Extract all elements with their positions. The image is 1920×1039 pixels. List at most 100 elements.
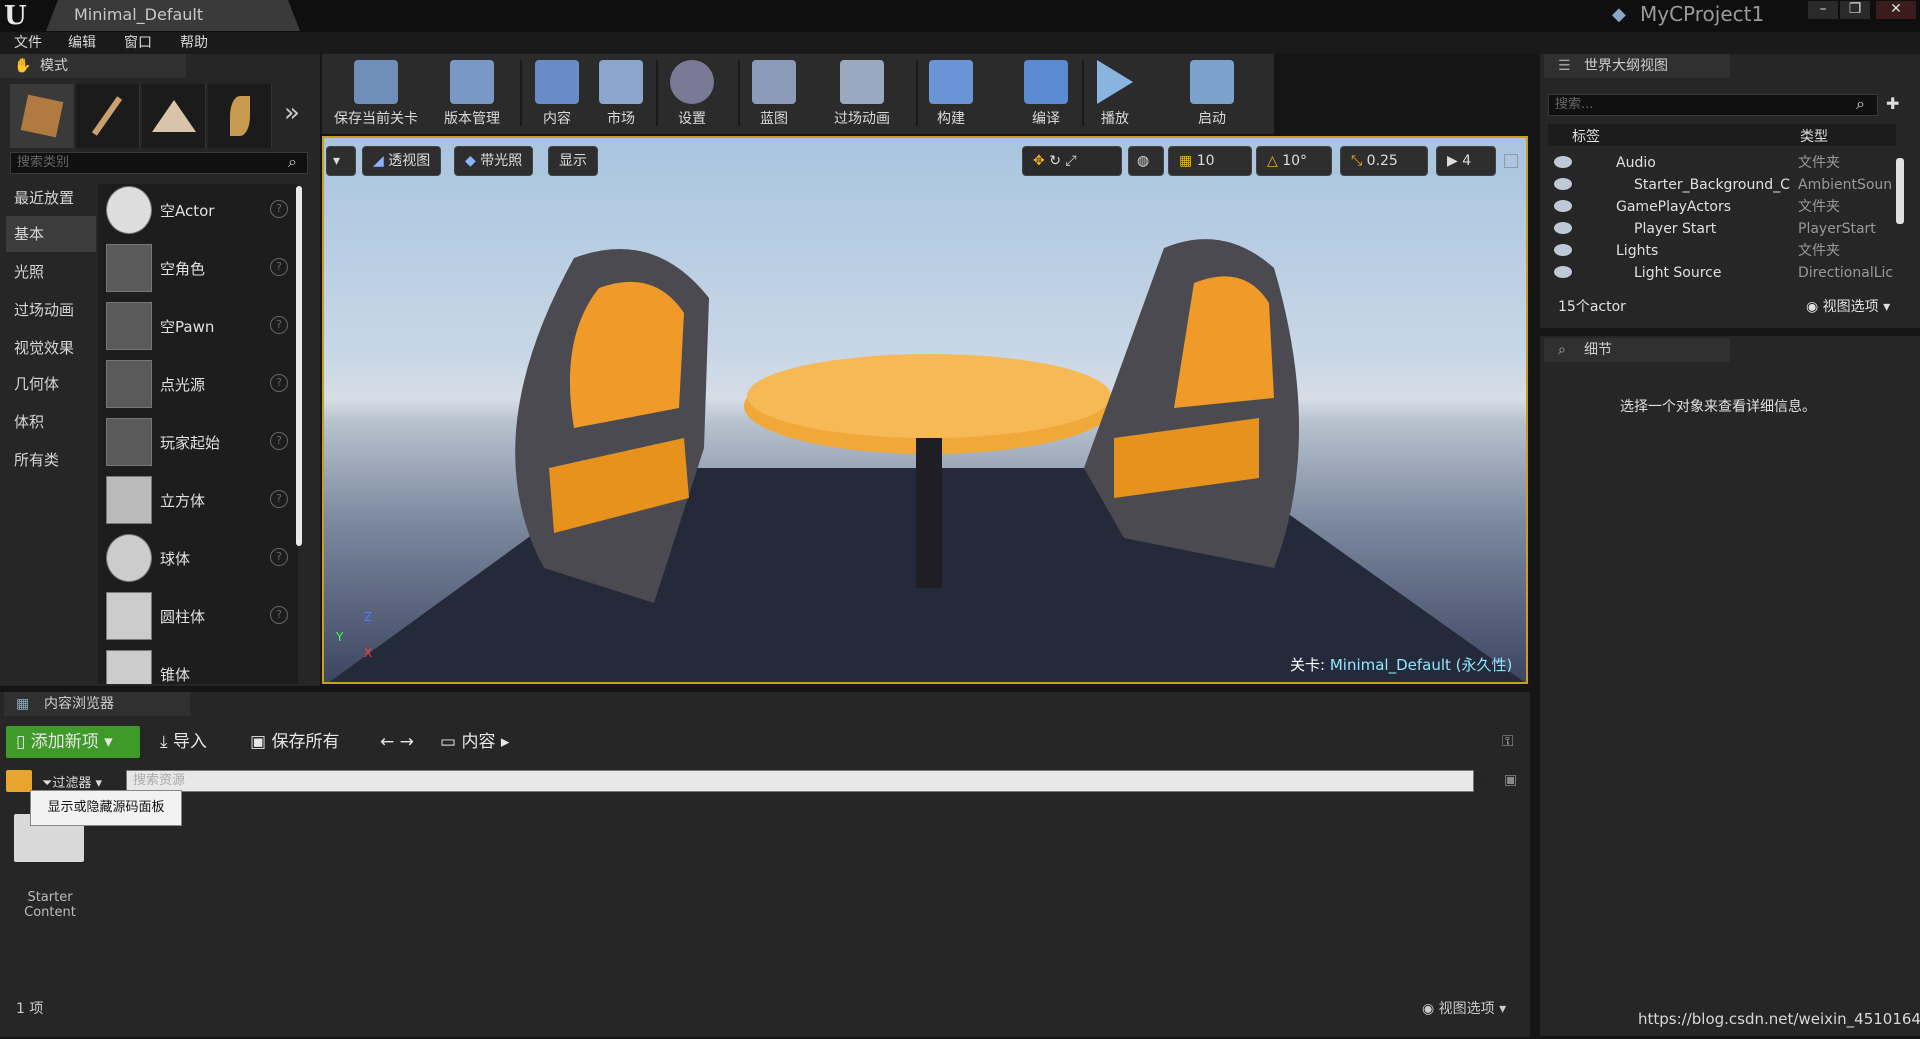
close-button[interactable]: ✕ <box>1876 1 1916 19</box>
outliner-row[interactable]: Audio 文件夹 <box>1554 152 1902 174</box>
help-icon[interactable]: ? <box>270 548 288 566</box>
outliner-row[interactable]: Starter_Background_C AmbientSoun <box>1554 174 1902 196</box>
add-new-button[interactable]: ▯ 添加新项 ▾ <box>6 726 140 758</box>
details-tab[interactable]: ⌕ 细节 <box>1544 338 1730 362</box>
document-tab[interactable]: Minimal_Default <box>46 0 300 31</box>
cinematics-button[interactable]: 过场动画 <box>822 58 902 130</box>
view-options-label: 视图选项 <box>1822 299 1879 315</box>
outliner-search-input[interactable]: 搜索... <box>1548 94 1878 116</box>
outliner-scrollbar[interactable] <box>1896 158 1904 224</box>
transform-tools[interactable]: ✥ ↻ ⤢ <box>1022 146 1122 176</box>
asset-search-input[interactable]: 搜索资源 <box>126 770 1474 792</box>
back-arrow-icon[interactable]: ← <box>380 732 394 752</box>
menu-help[interactable]: 帮助 <box>180 33 208 53</box>
category-lights[interactable]: 光照 <box>6 254 96 290</box>
eye-icon[interactable] <box>1554 266 1572 278</box>
help-icon[interactable]: ? <box>270 258 288 276</box>
category-recent[interactable]: 最近放置 <box>6 180 96 216</box>
help-icon[interactable]: ? <box>270 200 288 218</box>
place-item[interactable]: 球体? <box>104 530 294 586</box>
world-local-toggle[interactable]: ◍ <box>1128 146 1164 176</box>
category-basic[interactable]: 基本 <box>6 216 96 252</box>
category-visual-effects[interactable]: 视觉效果 <box>6 330 96 366</box>
outliner-row[interactable]: GamePlayActors 文件夹 <box>1554 196 1902 218</box>
blueprints-button[interactable]: 蓝图 <box>746 58 802 130</box>
minimize-button[interactable]: – <box>1808 1 1838 19</box>
help-icon[interactable]: ? <box>270 606 288 624</box>
perspective-button[interactable]: ◢ 透视图 <box>362 146 442 176</box>
place-item[interactable]: 圆柱体? <box>104 588 294 644</box>
sources-panel-toggle[interactable] <box>6 770 32 792</box>
settings-button[interactable]: 设置 <box>664 58 720 130</box>
restore-button[interactable]: ❐ <box>1840 1 1870 19</box>
build-button[interactable]: 构建 <box>924 58 978 130</box>
eye-icon[interactable] <box>1554 200 1572 212</box>
category-volumes[interactable]: 体积 <box>6 404 96 440</box>
path-breadcrumb[interactable]: ▭ 内容 ▸ <box>430 726 519 758</box>
outliner-row[interactable]: Light Source DirectionalLic <box>1554 262 1902 284</box>
place-item[interactable]: 空角色? <box>104 240 294 296</box>
modes-tab[interactable]: ✋ 模式 <box>0 54 186 78</box>
maximize-viewport-icon[interactable] <box>1504 154 1518 168</box>
show-button[interactable]: 显示 <box>548 146 598 176</box>
category-cinematic[interactable]: 过场动画 <box>6 292 96 328</box>
paint-mode-button[interactable] <box>76 84 140 148</box>
place-item[interactable]: 玩家起始? <box>104 414 294 470</box>
place-mode-button[interactable] <box>10 84 74 148</box>
outliner-tab[interactable]: ☰ 世界大纲视图 <box>1544 54 1730 78</box>
menu-edit[interactable]: 编辑 <box>68 33 96 53</box>
lock-icon[interactable]: ⚿ <box>1502 732 1513 750</box>
place-list-scrollbar[interactable] <box>296 186 302 546</box>
scale-snap-button[interactable]: ⤡ 0.25 <box>1340 146 1428 176</box>
eye-icon[interactable] <box>1554 178 1572 190</box>
content-button[interactable]: 内容 <box>530 58 584 130</box>
place-item[interactable]: 点光源? <box>104 356 294 412</box>
content-browser-tab[interactable]: ▦ 内容浏览器 <box>4 692 190 716</box>
help-icon[interactable]: ? <box>270 490 288 508</box>
compile-button[interactable]: 编译 <box>1018 58 1074 130</box>
pin-icon[interactable]: ✚ <box>1886 94 1899 113</box>
marketplace-button[interactable]: 市场 <box>594 58 648 130</box>
outliner-row[interactable]: Lights 文件夹 <box>1554 240 1902 262</box>
col-type-header[interactable]: 类型 <box>1800 126 1828 146</box>
forward-arrow-icon[interactable]: → <box>400 732 414 752</box>
import-button[interactable]: ⤓ 导入 <box>150 726 217 758</box>
eye-icon[interactable] <box>1554 222 1572 234</box>
save-level-button[interactable]: 保存当前关卡 <box>328 58 424 130</box>
menu-file[interactable]: 文件 <box>14 33 42 53</box>
place-item[interactable]: 空Pawn? <box>104 298 294 354</box>
camera-speed-button[interactable]: ▶ 4 <box>1436 146 1496 176</box>
help-icon[interactable]: ? <box>270 316 288 334</box>
place-item[interactable]: 锥体 <box>104 646 294 684</box>
category-geometry[interactable]: 几何体 <box>6 366 96 402</box>
level-viewport[interactable] <box>322 136 1528 684</box>
save-all-button[interactable]: ▣ 保存所有 <box>240 726 349 758</box>
rotation-snap-button[interactable]: △ 10° <box>1256 146 1332 176</box>
lit-button[interactable]: ◆ 带光照 <box>454 146 534 176</box>
nav-history-buttons[interactable]: ← → <box>370 726 424 758</box>
place-item[interactable]: 立方体? <box>104 472 294 528</box>
modes-search-input[interactable]: 搜索类别 <box>10 152 308 174</box>
cb-view-options[interactable]: ◉ 视图选项 ▾ <box>1422 998 1506 1018</box>
outliner-row[interactable]: Player Start PlayerStart <box>1554 218 1902 240</box>
eye-icon[interactable] <box>1554 156 1572 168</box>
help-icon[interactable]: ? <box>270 432 288 450</box>
source-control-button[interactable]: 版本管理 <box>432 58 512 130</box>
grid-snap-button[interactable]: ▦ 10 <box>1168 146 1252 176</box>
launch-button[interactable]: 启动 <box>1184 58 1240 130</box>
help-icon[interactable]: ? <box>270 374 288 392</box>
category-all-classes[interactable]: 所有类 <box>6 442 96 478</box>
more-modes-button[interactable]: » <box>284 98 300 128</box>
menu-window[interactable]: 窗口 <box>124 33 152 53</box>
place-item[interactable]: 空Actor? <box>104 182 294 238</box>
save-search-icon[interactable]: ▣ <box>1504 772 1517 788</box>
outliner-view-options[interactable]: ◉ 视图选项 ▾ <box>1806 296 1890 316</box>
foliage-mode-button[interactable] <box>208 84 272 148</box>
filter-button[interactable]: ⏷过滤器 ▾ <box>42 772 102 791</box>
eye-icon[interactable] <box>1554 244 1572 256</box>
col-label-header[interactable]: 标签 <box>1572 126 1600 146</box>
brush-icon <box>91 96 123 136</box>
play-button[interactable]: 播放 <box>1090 58 1140 130</box>
landscape-mode-button[interactable] <box>142 84 206 148</box>
viewport-options-button[interactable]: ▾ <box>326 146 356 176</box>
